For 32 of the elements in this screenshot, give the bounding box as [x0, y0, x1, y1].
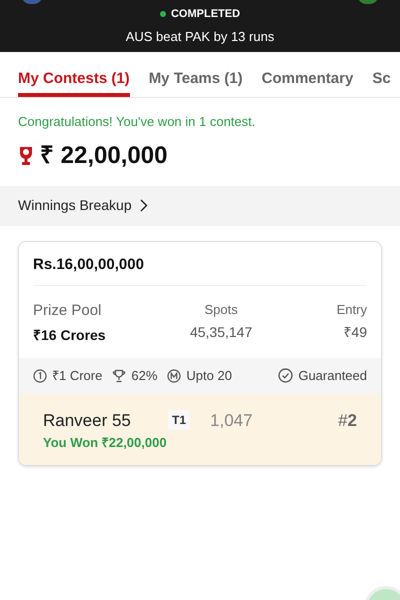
points: 1,047 — [210, 410, 253, 432]
tab[interactable]: My Teams (1) — [148, 52, 243, 97]
match-result: AUS beat PAK by 13 runs — [126, 28, 274, 46]
match-status: COMPLETED — [170, 7, 240, 22]
tab[interactable]: Sc — [372, 52, 391, 97]
won-amount: You Won ₹22,00,000 — [43, 434, 168, 452]
contest-title: Rs.16,00,00,000 — [33, 254, 367, 286]
chevron-right-icon — [140, 199, 148, 212]
tab[interactable]: Commentary — [262, 52, 354, 97]
stat-value: ₹49 — [343, 322, 367, 342]
congrats-message: Congratulations! You've won in 1 contest. — [18, 113, 256, 131]
stat-value: ₹16 Crores — [33, 326, 106, 344]
stat-label: Prize Pool — [33, 301, 102, 321]
stat-label: Entry — [336, 301, 367, 319]
total-winnings: ₹ 22,00,000 — [40, 140, 168, 170]
medal-icon — [33, 368, 47, 382]
rank: #2 — [338, 410, 357, 432]
stat-label: Spots — [204, 301, 238, 319]
stat-value: 45,35,147 — [190, 322, 252, 342]
user-name: Ranveer 55 — [43, 410, 132, 432]
trophy-icon — [18, 146, 34, 166]
feature-text: Upto 20 — [186, 366, 232, 385]
trophy-icon — [112, 368, 126, 382]
team-tag: T1 — [168, 410, 190, 430]
team-entry-row[interactable]: Ranveer 55 T1 1,047 #2 You Won ₹22,00,000 — [19, 394, 381, 464]
feature-text: 62% — [131, 366, 158, 385]
feature-text: ₹1 Crore — [52, 366, 102, 385]
winnings-breakup-link[interactable]: Winnings Breakup — [0, 186, 400, 226]
check-circle-icon — [278, 368, 294, 383]
feature-text: Guaranteed — [298, 366, 367, 385]
tab[interactable]: My Contests (1) — [18, 52, 130, 97]
m-circle-icon — [167, 368, 182, 382]
